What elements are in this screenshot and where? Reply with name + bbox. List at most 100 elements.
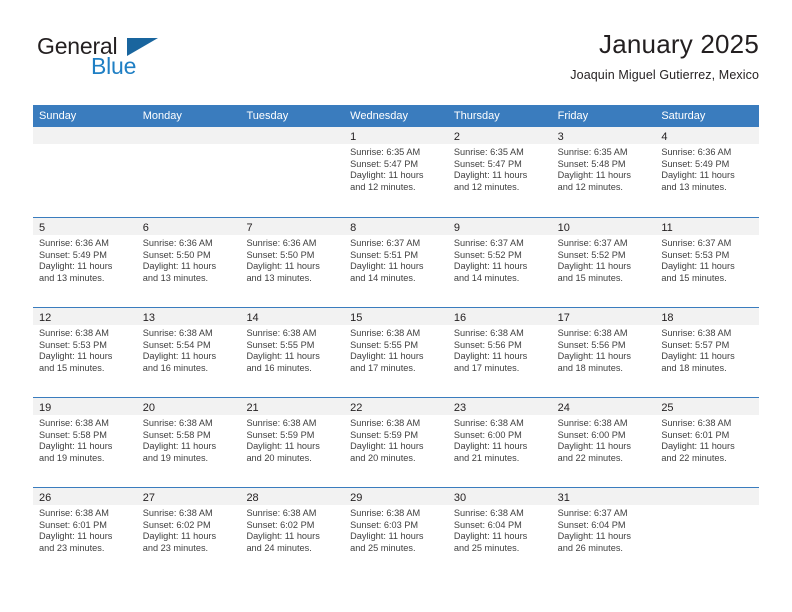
day-cell-27[interactable]: 27 Sunrise: 6:38 AM Sunset: 6:02 PM Dayligh… (136, 488, 241, 577)
day-number: 27 (142, 492, 155, 504)
day-number: 14 (246, 312, 259, 324)
day-daylight-line2-text: and 17 minutes. (453, 362, 520, 373)
weekday-header-sunday: Sunday (39, 110, 77, 122)
day-daylight-line1-text: Daylight: 11 hours (557, 261, 631, 272)
day-cell-26[interactable]: 26 Sunrise: 6:38 AM Sunset: 6:01 PM Dayligh… (33, 488, 137, 577)
day-cell-10[interactable]: 10 Sunrise: 6:37 AM Sunset: 5:52 PM Dayligh… (551, 218, 656, 307)
day-daylight-line1-text: Daylight: 11 hours (246, 261, 320, 272)
day-sunrise-text: Sunrise: 6:38 AM (661, 328, 732, 338)
day-number-band (33, 127, 137, 144)
day-cell-29[interactable]: 29 Sunrise: 6:38 AM Sunset: 6:03 PM Dayligh… (344, 488, 448, 577)
day-daylight-line1-text: Daylight: 11 hours (142, 441, 217, 452)
day-cell-1[interactable]: 1 Sunrise: 6:35 AM Sunset: 5:47 PM Daylight… (344, 127, 448, 217)
day-number: 21 (246, 402, 259, 414)
day-info: Sunrise: 6:38 AM Sunset: 5:54 PM Daylight:… (137, 325, 241, 374)
day-daylight-line2-text: and 16 minutes. (246, 362, 312, 373)
day-number: 28 (246, 492, 259, 504)
day-cell-11[interactable]: 11 Sunrise: 6:37 AM Sunset: 5:53 PM Dayligh… (655, 218, 760, 307)
day-daylight-line1-text: Daylight: 11 hours (661, 261, 735, 272)
day-number: 20 (142, 402, 155, 414)
day-sunrise-text: Sunrise: 6:38 AM (142, 328, 213, 338)
day-info: Sunrise: 6:38 AM Sunset: 5:59 PM Daylight:… (240, 415, 344, 464)
day-daylight-line2-text: and 22 minutes. (661, 452, 727, 463)
day-cell-7[interactable]: 7 Sunrise: 6:36 AM Sunset: 5:50 PM Daylight… (240, 218, 345, 307)
day-sunrise-text: Sunrise: 6:37 AM (557, 508, 628, 518)
day-sunset-text: Sunset: 5:58 PM (39, 429, 107, 440)
day-sunset-text: Sunset: 6:02 PM (142, 519, 211, 530)
day-cell-empty (240, 127, 345, 217)
day-number-band: 2 (447, 127, 552, 144)
day-sunrise-text: Sunrise: 6:38 AM (350, 418, 421, 428)
day-number-band: 14 (240, 308, 345, 325)
day-cell-14[interactable]: 14 Sunrise: 6:38 AM Sunset: 5:55 PM Dayligh… (240, 308, 345, 397)
day-sunset-text: Sunset: 6:02 PM (246, 519, 315, 530)
day-sunrise-text: Sunrise: 6:38 AM (557, 418, 628, 428)
day-cell-15[interactable]: 15 Sunrise: 6:38 AM Sunset: 5:55 PM Dayligh… (344, 308, 448, 397)
day-daylight-line1-text: Daylight: 11 hours (350, 170, 424, 181)
day-number: 10 (557, 222, 570, 234)
day-daylight-line2-text: and 16 minutes. (142, 362, 209, 373)
day-sunrise-text: Sunrise: 6:38 AM (246, 328, 317, 338)
day-sunrise-text: Sunrise: 6:37 AM (350, 238, 421, 248)
day-cell-12[interactable]: 12 Sunrise: 6:38 AM Sunset: 5:53 PM Dayligh… (33, 308, 137, 397)
day-cell-13[interactable]: 13 Sunrise: 6:38 AM Sunset: 5:54 PM Dayligh… (136, 308, 241, 397)
day-number-band: 17 (551, 308, 656, 325)
day-daylight-line2-text: and 22 minutes. (557, 452, 623, 463)
day-daylight-line1-text: Daylight: 11 hours (246, 441, 320, 452)
day-cell-19[interactable]: 19 Sunrise: 6:38 AM Sunset: 5:58 PM Dayligh… (33, 398, 137, 487)
day-number: 4 (661, 131, 668, 143)
day-info: Sunrise: 6:38 AM Sunset: 5:55 PM Daylight:… (344, 325, 448, 374)
day-cell-31[interactable]: 31 Sunrise: 6:37 AM Sunset: 6:04 PM Dayligh… (551, 488, 656, 577)
day-cell-6[interactable]: 6 Sunrise: 6:36 AM Sunset: 5:50 PM Daylight… (136, 218, 241, 307)
day-daylight-line2-text: and 14 minutes. (453, 272, 520, 283)
day-daylight-line2-text: and 13 minutes. (39, 272, 105, 283)
day-cell-20[interactable]: 20 Sunrise: 6:38 AM Sunset: 5:58 PM Dayligh… (136, 398, 241, 487)
day-info: Sunrise: 6:38 AM Sunset: 6:01 PM Daylight:… (33, 505, 137, 554)
day-daylight-line2-text: and 25 minutes. (453, 542, 520, 553)
day-number-band: 1 (344, 127, 448, 144)
day-number-band: 12 (33, 308, 137, 325)
day-cell-9[interactable]: 9 Sunrise: 6:37 AM Sunset: 5:52 PM Daylight… (447, 218, 552, 307)
day-number-band: 28 (240, 488, 345, 505)
page-header: General Blue January 2025 Joaquin Miguel… (33, 28, 759, 98)
day-info: Sunrise: 6:38 AM Sunset: 5:56 PM Daylight:… (448, 325, 552, 374)
calendar-week-row: 1 Sunrise: 6:35 AM Sunset: 5:47 PM Daylight… (33, 127, 760, 217)
day-daylight-line1-text: Daylight: 11 hours (246, 351, 320, 362)
day-daylight-line1-text: Daylight: 11 hours (350, 531, 424, 542)
day-daylight-line1-text: Daylight: 11 hours (557, 441, 631, 452)
day-info: Sunrise: 6:36 AM Sunset: 5:50 PM Daylight:… (137, 235, 241, 284)
day-cell-5[interactable]: 5 Sunrise: 6:36 AM Sunset: 5:49 PM Daylight… (33, 218, 137, 307)
day-info: Sunrise: 6:35 AM Sunset: 5:48 PM Daylight:… (552, 144, 656, 193)
day-daylight-line2-text: and 24 minutes. (246, 542, 312, 553)
day-cell-24[interactable]: 24 Sunrise: 6:38 AM Sunset: 6:00 PM Dayligh… (551, 398, 656, 487)
day-number-band: 8 (344, 218, 448, 235)
calendar-week-row: 12 Sunrise: 6:38 AM Sunset: 5:53 PM Dayligh… (33, 307, 760, 397)
day-cell-23[interactable]: 23 Sunrise: 6:38 AM Sunset: 6:00 PM Dayligh… (447, 398, 552, 487)
day-cell-28[interactable]: 28 Sunrise: 6:38 AM Sunset: 6:02 PM Dayligh… (240, 488, 345, 577)
day-cell-22[interactable]: 22 Sunrise: 6:38 AM Sunset: 5:59 PM Dayligh… (344, 398, 448, 487)
day-cell-25[interactable]: 25 Sunrise: 6:38 AM Sunset: 6:01 PM Dayligh… (655, 398, 760, 487)
day-daylight-line1-text: Daylight: 11 hours (350, 441, 424, 452)
day-cell-18[interactable]: 18 Sunrise: 6:38 AM Sunset: 5:57 PM Dayligh… (655, 308, 760, 397)
day-cell-2[interactable]: 2 Sunrise: 6:35 AM Sunset: 5:47 PM Daylight… (447, 127, 552, 217)
day-cell-17[interactable]: 17 Sunrise: 6:38 AM Sunset: 5:56 PM Dayligh… (551, 308, 656, 397)
day-number-band: 30 (447, 488, 552, 505)
day-number-band: 5 (33, 218, 137, 235)
day-info: Sunrise: 6:38 AM Sunset: 6:00 PM Daylight:… (552, 415, 656, 464)
day-sunrise-text: Sunrise: 6:37 AM (557, 238, 628, 248)
day-cell-4[interactable]: 4 Sunrise: 6:36 AM Sunset: 5:49 PM Daylight… (655, 127, 760, 217)
day-daylight-line1-text: Daylight: 11 hours (142, 531, 217, 542)
day-cell-21[interactable]: 21 Sunrise: 6:38 AM Sunset: 5:59 PM Dayligh… (240, 398, 345, 487)
day-cell-8[interactable]: 8 Sunrise: 6:37 AM Sunset: 5:51 PM Daylight… (344, 218, 448, 307)
weekday-header-row: Sunday Monday Tuesday Wednesday Thursday Frid… (33, 105, 759, 127)
day-daylight-line1-text: Daylight: 11 hours (661, 170, 735, 181)
day-sunrise-text: Sunrise: 6:38 AM (142, 418, 213, 428)
logo-text-blue: Blue (91, 53, 137, 79)
day-cell-16[interactable]: 16 Sunrise: 6:38 AM Sunset: 5:56 PM Dayligh… (447, 308, 552, 397)
calendar-grid: Sunday Monday Tuesday Wednesday Thursday Frid… (33, 105, 760, 577)
day-daylight-line2-text: and 18 minutes. (661, 362, 727, 373)
day-number-band (136, 127, 241, 144)
day-cell-30[interactable]: 30 Sunrise: 6:38 AM Sunset: 6:04 PM Dayligh… (447, 488, 552, 577)
day-cell-3[interactable]: 3 Sunrise: 6:35 AM Sunset: 5:48 PM Daylight… (551, 127, 656, 217)
day-daylight-line1-text: Daylight: 11 hours (557, 351, 631, 362)
